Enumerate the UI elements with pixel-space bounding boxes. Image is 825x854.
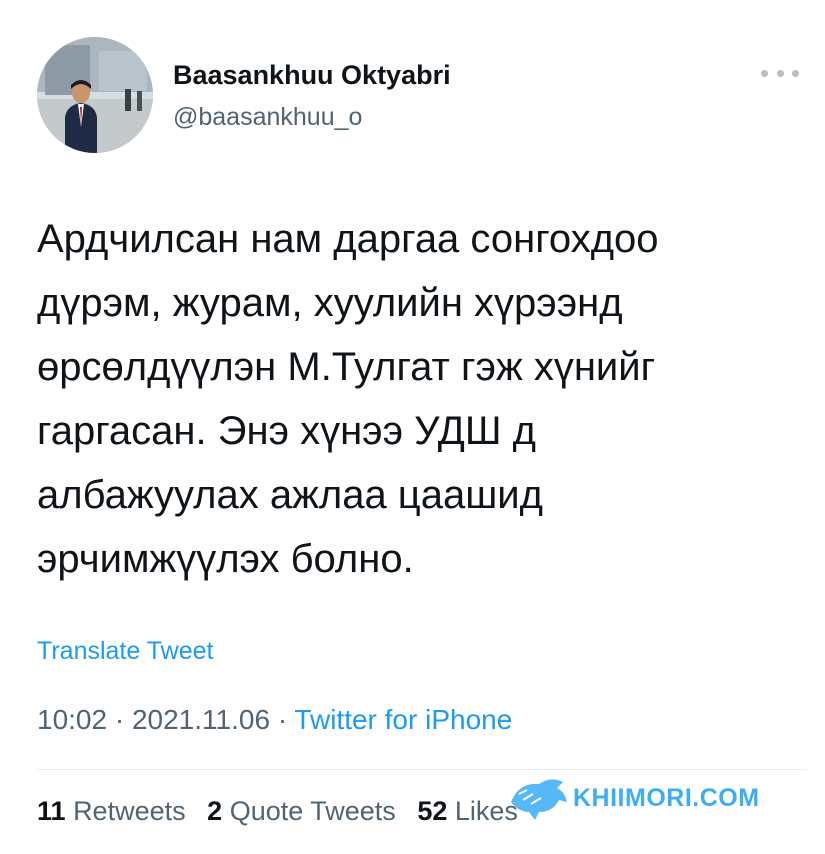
tweet-text-line: өрсөлдүүлэн М.Тулгат гэж хүнийг [37,345,656,389]
meta-separator: · [277,704,288,735]
tweet-text-line: албажуулах ажлаа цаашид [37,473,543,517]
tweet-meta: 10:02 · 2021.11.06 · Twitter for iPhone [37,704,512,736]
watermark: KHIIMORI.COM [505,772,805,822]
tweet-header: Baasankhuu Oktyabri @baasankhuu_o [37,37,807,157]
quote-tweets-count: 2 [207,796,223,826]
horse-logo-icon [511,779,567,820]
tweet-stats: 11 Retweets 2 Quote Tweets 52 Likes [37,796,532,827]
tweet-text: Ардчилсан нам даргаа сонгохдоо дүрэм, жу… [37,207,797,591]
tweet-text-line: Ардчилсан нам даргаа сонгохдоо [37,217,659,261]
retweets-stat[interactable]: 11 Retweets [37,796,186,826]
tweet-card: Baasankhuu Oktyabri @baasankhuu_o Ардчил… [0,0,825,854]
tweet-source-link[interactable]: Twitter for iPhone [294,704,512,735]
meta-separator: · [114,704,125,735]
more-dot [761,69,768,77]
more-dot [776,69,784,77]
retweets-label: Retweets [73,796,186,826]
translate-tweet-link[interactable]: Translate Tweet [37,637,213,666]
tweet-text-line: эрчимжүүлэх болно. [37,537,414,581]
likes-stat[interactable]: 52 Likes [417,796,518,826]
watermark-text: KHIIMORI.COM [573,784,760,812]
author-name[interactable]: Baasankhuu Oktyabri [173,60,451,91]
retweets-count: 11 [37,796,66,826]
likes-count: 52 [417,796,448,826]
tweet-time[interactable]: 10:02 [37,704,107,735]
quote-tweets-label: Quote Tweets [229,796,396,826]
tweet-text-line: дүрэм, журам, хуулийн хүрээнд [37,281,623,325]
tweet-text-line: гаргасан. Энэ хүнээ УДШ д [37,409,536,453]
divider [37,769,807,770]
more-options-icon[interactable] [761,63,799,83]
quote-tweets-stat[interactable]: 2 Quote Tweets [207,796,396,826]
tweet-date[interactable]: 2021.11.06 [132,704,270,735]
more-dot [792,69,799,77]
avatar-photo [37,37,153,153]
avatar[interactable] [37,37,153,153]
author-handle[interactable]: @baasankhuu_o [173,103,362,132]
